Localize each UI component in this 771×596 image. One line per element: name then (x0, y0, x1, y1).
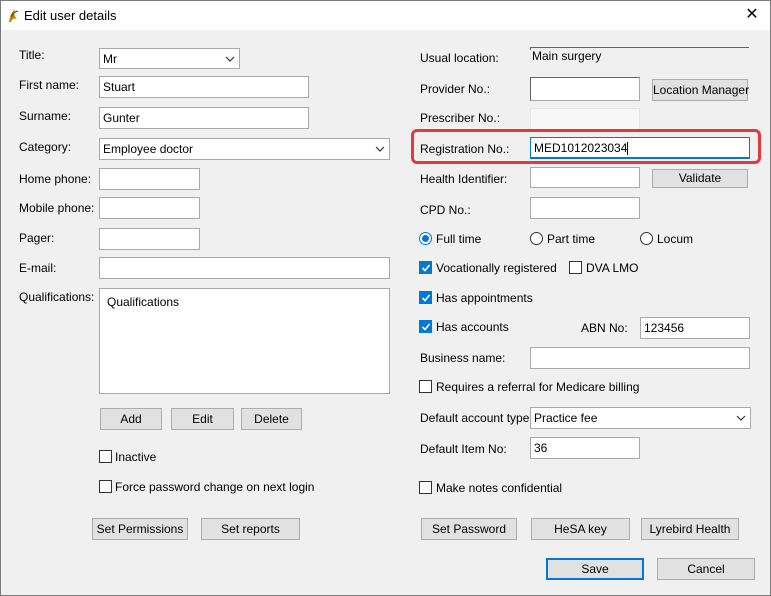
chevron-down-icon (375, 146, 385, 152)
cpd-no-label: CPD No.: (420, 203, 471, 217)
make-notes-confidential-checkbox[interactable] (419, 481, 432, 494)
part-time-radio[interactable] (530, 232, 543, 245)
dva-lmo-label: DVA LMO (586, 261, 639, 275)
vocationally-registered-checkbox[interactable] (419, 261, 432, 274)
inactive-checkbox[interactable] (99, 450, 112, 463)
default-item-no-field[interactable]: 36 (530, 437, 640, 459)
full-time-label: Full time (436, 232, 482, 246)
requires-referral-label: Requires a referral for Medicare billing (436, 380, 640, 394)
locum-radio[interactable] (640, 232, 653, 245)
set-permissions-button[interactable]: Set Permissions (92, 518, 188, 540)
cancel-button[interactable]: Cancel (657, 558, 755, 580)
qualifications-label: Qualifications: (19, 290, 95, 304)
default-account-type-value: Practice fee (534, 411, 598, 425)
part-time-label: Part time (547, 232, 596, 246)
email-field[interactable] (99, 257, 390, 279)
window-title: Edit user details (24, 8, 117, 23)
category-label: Category: (19, 140, 72, 154)
dva-lmo-checkbox[interactable] (569, 261, 582, 274)
chevron-down-icon (736, 415, 746, 421)
health-identifier-label: Health Identifier: (420, 172, 508, 186)
title-select-value: Mr (103, 52, 117, 66)
first-name-label: First name: (19, 78, 80, 92)
category-select[interactable]: Employee doctor (99, 138, 390, 160)
qualifications-memo[interactable]: Qualifications (99, 288, 390, 394)
set-password-button[interactable]: Set Password (421, 518, 517, 540)
abn-field[interactable]: 123456 (640, 317, 750, 339)
provider-no-field[interactable] (530, 77, 640, 101)
prescriber-no-label: Prescriber No.: (420, 111, 501, 125)
add-qualification-button[interactable]: Add (100, 408, 162, 430)
checkmark-icon (421, 264, 431, 272)
edit-user-details-dialog: Edit user details ✕ Title: Mr First name… (0, 0, 771, 596)
lyrebird-health-button[interactable]: Lyrebird Health (641, 518, 739, 540)
business-name-field[interactable] (530, 347, 750, 369)
title-select[interactable]: Mr (99, 48, 240, 69)
delete-qualification-button[interactable]: Delete (241, 408, 302, 430)
lyrebird-app-icon (9, 9, 19, 22)
has-appointments-label: Has appointments (436, 291, 533, 305)
hesa-key-button[interactable]: HeSA key (531, 518, 630, 540)
registration-no-label: Registration No.: (420, 142, 510, 156)
full-time-radio[interactable] (419, 232, 432, 245)
surname-label: Surname: (19, 109, 72, 123)
cpd-no-field[interactable] (530, 197, 640, 219)
pager-field[interactable] (99, 228, 200, 250)
health-identifier-field[interactable] (530, 167, 640, 188)
surname-field[interactable]: Gunter (99, 107, 309, 129)
title-bar: Edit user details ✕ (1, 1, 770, 30)
home-phone-label: Home phone: (19, 172, 92, 186)
home-phone-field[interactable] (99, 168, 200, 190)
first-name-field[interactable]: Stuart (99, 76, 309, 98)
pager-label: Pager: (19, 231, 55, 245)
text-cursor (627, 142, 629, 156)
vocationally-registered-label: Vocationally registered (436, 261, 557, 275)
has-accounts-label: Has accounts (436, 320, 509, 334)
mobile-phone-label: Mobile phone: (19, 201, 95, 215)
checkmark-icon (421, 294, 431, 302)
edit-qualification-button[interactable]: Edit (171, 408, 234, 430)
save-button[interactable]: Save (546, 558, 644, 580)
abn-label: ABN No: (581, 321, 628, 335)
business-name-label: Business name: (420, 351, 506, 365)
force-password-change-checkbox[interactable] (99, 480, 112, 493)
mobile-phone-field[interactable] (99, 197, 200, 219)
make-notes-confidential-label: Make notes confidential (436, 481, 563, 495)
usual-location-label: Usual location: (420, 51, 499, 65)
registration-no-field[interactable]: MED1012023034 (530, 137, 750, 159)
category-select-value: Employee doctor (103, 142, 194, 156)
checkmark-icon (421, 323, 431, 331)
validate-button[interactable]: Validate (652, 169, 748, 188)
provider-no-label: Provider No.: (420, 82, 491, 96)
default-account-type-select[interactable]: Practice fee (530, 407, 751, 429)
close-icon[interactable]: ✕ (740, 3, 764, 27)
force-password-change-label: Force password change on next login (115, 480, 315, 494)
set-reports-button[interactable]: Set reports (201, 518, 300, 540)
title-label: Title: (19, 48, 45, 62)
prescriber-no-field[interactable] (530, 108, 640, 130)
inactive-label: Inactive (115, 450, 157, 464)
email-label: E-mail: (19, 261, 57, 275)
location-manager-button[interactable]: Location Manager (652, 79, 749, 101)
registration-no-value: MED1012023034 (534, 141, 628, 155)
requires-referral-checkbox[interactable] (419, 380, 432, 393)
locum-label: Locum (657, 232, 694, 246)
default-item-no-label: Default Item No: (420, 442, 507, 456)
chevron-down-icon (225, 56, 235, 62)
has-accounts-checkbox[interactable] (419, 320, 432, 333)
default-account-type-label: Default account type: (420, 411, 533, 425)
usual-location-value: Main surgery (532, 49, 602, 63)
has-appointments-checkbox[interactable] (419, 291, 432, 304)
